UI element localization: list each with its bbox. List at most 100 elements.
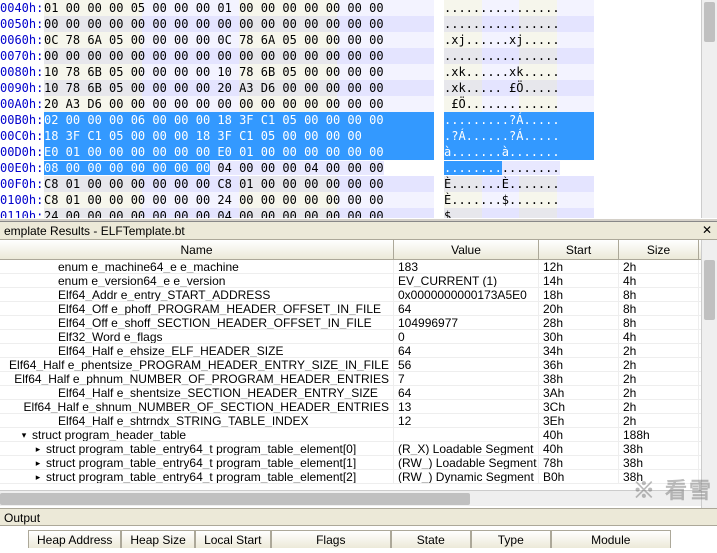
hex-ascii[interactable]: $............... <box>444 208 594 218</box>
chevron-right-icon[interactable]: ▸ <box>32 457 44 469</box>
hex-row[interactable]: 00F0h:C8 01 00 00 00 00 00 00 C8 01 00 0… <box>0 176 717 192</box>
hex-row[interactable]: 00E0h:08 00 00 00 00 00 00 00 04 00 00 0… <box>0 160 717 176</box>
hex-address: 00F0h: <box>0 176 44 192</box>
table-row[interactable]: ▸struct program_table_entry64_t program_… <box>0 470 717 484</box>
cell-value <box>394 428 539 441</box>
column-header-start[interactable]: Start <box>539 240 619 259</box>
hex-row[interactable]: 00D0h:E0 01 00 00 00 00 00 00 E0 01 00 0… <box>0 144 717 160</box>
output-tab[interactable]: Module <box>551 530 671 548</box>
hex-bytes[interactable]: 00 00 00 00 00 00 00 00 00 00 00 00 00 0… <box>44 48 434 64</box>
table-row[interactable]: Elf64_Half e_ehsize_ELF_HEADER_SIZE6434h… <box>0 344 717 358</box>
hex-row[interactable]: 0060h:0C 78 6A 05 00 00 00 00 0C 78 6A 0… <box>0 32 717 48</box>
hex-ascii[interactable]: ................ <box>444 16 594 32</box>
template-results-titlebar: emplate Results - ELFTemplate.bt ✕ <box>0 222 717 240</box>
cell-start: 12h <box>539 260 619 273</box>
table-row[interactable]: Elf64_Off e_shoff_SECTION_HEADER_OFFSET_… <box>0 316 717 330</box>
cell-size: 2h <box>619 358 699 371</box>
hex-ascii[interactable]: .xk......xk..... <box>444 64 594 80</box>
output-tab[interactable]: Heap Address <box>28 530 121 548</box>
hex-row[interactable]: 0070h:00 00 00 00 00 00 00 00 00 00 00 0… <box>0 48 717 64</box>
hex-view[interactable]: 0040h:01 00 00 00 05 00 00 00 01 00 00 0… <box>0 0 717 218</box>
chevron-right-icon[interactable]: ▸ <box>32 443 44 455</box>
hex-row[interactable]: 00A0h:20 A3 D6 00 00 00 00 00 00 00 00 0… <box>0 96 717 112</box>
row-name: Elf64_Off e_phoff_PROGRAM_HEADER_OFFSET_… <box>58 302 381 315</box>
table-row[interactable]: Elf64_Addr e_entry_START_ADDRESS0x000000… <box>0 288 717 302</box>
hex-bytes[interactable]: 01 00 00 00 05 00 00 00 01 00 00 00 00 0… <box>44 0 434 16</box>
table-body[interactable]: enum e_machine64_e e_machine18312h2henum… <box>0 260 717 490</box>
hex-bytes[interactable]: 10 78 6B 05 00 00 00 00 10 78 6B 05 00 0… <box>44 64 434 80</box>
cell-start: 3Ch <box>539 400 619 413</box>
table-row[interactable]: enum e_machine64_e e_machine18312h2h <box>0 260 717 274</box>
hex-ascii[interactable]: ................ <box>444 160 594 176</box>
output-tab[interactable]: Flags <box>271 530 391 548</box>
cell-start: 40h <box>539 428 619 441</box>
hex-row[interactable]: 0080h:10 78 6B 05 00 00 00 00 10 78 6B 0… <box>0 64 717 80</box>
output-tab[interactable]: Heap Size <box>121 530 194 548</box>
table-row[interactable]: Elf32_Word e_flags030h4h <box>0 330 717 344</box>
hex-row[interactable]: 0090h:10 78 6B 05 00 00 00 00 20 A3 D6 0… <box>0 80 717 96</box>
cell-value: 0x0000000000173A5E0 <box>394 288 539 301</box>
output-tab[interactable]: Local Start <box>195 530 271 548</box>
hex-ascii[interactable]: È.......È....... <box>444 176 594 192</box>
table-row[interactable]: Elf64_Half e_shentsize_SECTION_HEADER_EN… <box>0 386 717 400</box>
hex-bytes[interactable]: 0C 78 6A 05 00 00 00 00 0C 78 6A 05 00 0… <box>44 32 434 48</box>
output-tab[interactable]: Type <box>471 530 551 548</box>
cell-name: Elf32_Word e_flags <box>0 330 394 343</box>
template-vertical-scrollbar[interactable] <box>701 240 717 508</box>
chevron-down-icon[interactable]: ▾ <box>18 429 30 441</box>
column-header-value[interactable]: Value <box>394 240 539 259</box>
hex-ascii[interactable]: ................ <box>444 48 594 64</box>
table-row[interactable]: Elf64_Half e_phentsize_PROGRAM_HEADER_EN… <box>0 358 717 372</box>
table-row[interactable]: Elf64_Half e_phnum_NUMBER_OF_PROGRAM_HEA… <box>0 372 717 386</box>
table-row[interactable]: Elf64_Half e_shtrndx_STRING_TABLE_INDEX1… <box>0 414 717 428</box>
hex-bytes[interactable]: C8 01 00 00 00 00 00 00 24 00 00 00 00 0… <box>44 192 434 208</box>
hex-ascii[interactable]: È.......$....... <box>444 192 594 208</box>
hex-ascii[interactable]: ................ <box>444 0 594 16</box>
table-row[interactable]: ▸struct program_table_entry64_t program_… <box>0 456 717 470</box>
cell-start: 14h <box>539 274 619 287</box>
row-name: struct program_table_entry64_t program_t… <box>46 470 356 483</box>
table-row[interactable]: ▸struct program_table_entry64_t program_… <box>0 442 717 456</box>
hex-ascii[interactable]: .........?Á..... <box>444 112 594 128</box>
hex-row[interactable]: 0100h:C8 01 00 00 00 00 00 00 24 00 00 0… <box>0 192 717 208</box>
hex-row[interactable]: 0050h:00 00 00 00 00 00 00 00 00 00 00 0… <box>0 16 717 32</box>
hex-bytes[interactable]: 24 00 00 00 00 00 00 00 04 00 00 00 00 0… <box>44 208 434 218</box>
table-row[interactable]: enum e_version64_e e_versionEV_CURRENT (… <box>0 274 717 288</box>
hex-bytes[interactable]: E0 01 00 00 00 00 00 00 E0 01 00 00 00 0… <box>44 144 434 160</box>
cell-size: 2h <box>619 344 699 357</box>
hex-bytes[interactable]: 18 3F C1 05 00 00 00 18 3F C1 05 00 00 0… <box>44 128 434 144</box>
hex-bytes[interactable]: 02 00 00 00 06 00 00 00 18 3F C1 05 00 0… <box>44 112 434 128</box>
cell-size: 8h <box>619 288 699 301</box>
hex-bytes[interactable]: 20 A3 D6 00 00 00 00 00 00 00 00 00 00 0… <box>44 96 434 112</box>
close-icon[interactable]: ✕ <box>701 224 713 236</box>
hex-row[interactable]: 00C0h:18 3F C1 05 00 00 00 18 3F C1 05 0… <box>0 128 717 144</box>
hex-ascii[interactable]: .?Á......?Á..... <box>444 128 594 144</box>
hex-row[interactable]: 00B0h:02 00 00 00 06 00 00 00 18 3F C1 0… <box>0 112 717 128</box>
column-header-size[interactable]: Size <box>619 240 699 259</box>
hex-row[interactable]: 0040h:01 00 00 00 05 00 00 00 01 00 00 0… <box>0 0 717 16</box>
hex-ascii[interactable]: .xk..... £Ö..... <box>444 80 594 96</box>
table-row[interactable]: Elf64_Half e_shnum_NUMBER_OF_SECTION_HEA… <box>0 400 717 414</box>
chevron-right-icon[interactable]: ▸ <box>32 471 44 483</box>
hex-bytes[interactable]: 10 78 6B 05 00 00 00 00 20 A3 D6 00 00 0… <box>44 80 434 96</box>
hex-ascii[interactable]: à.......à....... <box>444 144 594 160</box>
template-horizontal-scrollbar[interactable] <box>0 490 717 506</box>
hex-bytes[interactable]: C8 01 00 00 00 00 00 00 C8 01 00 00 00 0… <box>44 176 434 192</box>
hex-vertical-scrollbar[interactable] <box>701 0 717 218</box>
cell-start: 18h <box>539 288 619 301</box>
column-header-name[interactable]: Name <box>0 240 394 259</box>
cell-size: 8h <box>619 316 699 329</box>
hex-row[interactable]: 0110h:24 00 00 00 00 00 00 00 04 00 00 0… <box>0 208 717 218</box>
hex-ascii[interactable]: £Ö............. <box>444 96 594 112</box>
output-panel-title: Output <box>0 508 717 526</box>
hex-bytes[interactable]: 08 00 00 00 00 00 00 00 04 00 00 00 04 0… <box>44 160 434 176</box>
output-tab[interactable]: State <box>391 530 471 548</box>
hex-ascii[interactable]: .xj......xj..... <box>444 32 594 48</box>
cell-value: 13 <box>394 400 539 413</box>
table-row[interactable]: Elf64_Off e_phoff_PROGRAM_HEADER_OFFSET_… <box>0 302 717 316</box>
table-row[interactable]: ▾struct program_header_table40h188h <box>0 428 717 442</box>
cell-start: 3Eh <box>539 414 619 427</box>
hex-bytes[interactable]: 00 00 00 00 00 00 00 00 00 00 00 00 00 0… <box>44 16 434 32</box>
cell-start: 28h <box>539 316 619 329</box>
cell-name: Elf64_Off e_phoff_PROGRAM_HEADER_OFFSET_… <box>0 302 394 315</box>
